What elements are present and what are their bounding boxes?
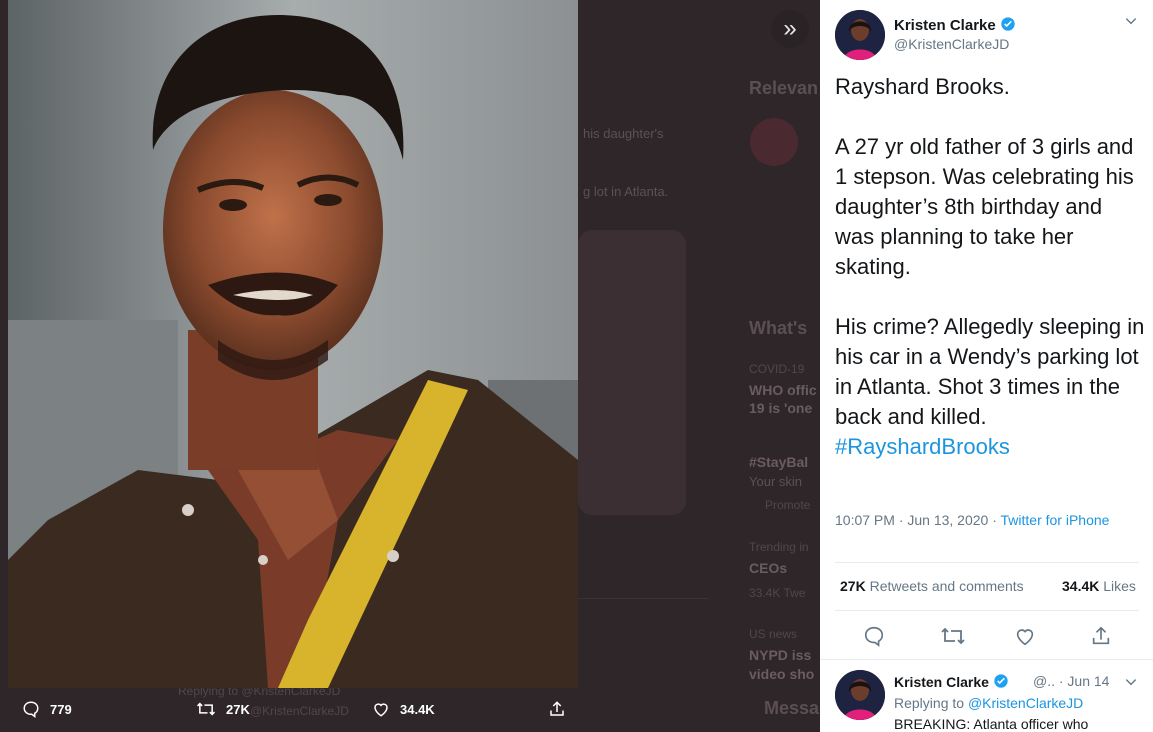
avatar-image xyxy=(835,10,885,60)
avatar-image xyxy=(835,670,885,720)
share-icon xyxy=(550,701,564,716)
photo-like-action[interactable]: 34.4K xyxy=(372,700,435,718)
photo-retweet-count: 27K xyxy=(226,701,250,717)
photo-retweet-action[interactable]: 27K xyxy=(196,700,250,718)
photo-share-action[interactable] xyxy=(548,700,576,718)
bg-trend-4-title-a: NYPD iss xyxy=(749,647,812,663)
replying-to: Replying to @KristenClarkeJD xyxy=(894,695,1083,711)
divider xyxy=(835,610,1139,611)
bg-trend-3-title: CEOs xyxy=(749,560,788,576)
tweet-body: Rayshard Brooks. A 27 yr old father of 3… xyxy=(835,72,1145,462)
bg-trend-3-category: Trending in xyxy=(749,540,809,554)
bg-trend-2-promoted: Promote xyxy=(765,498,811,512)
photo-reply-count: 779 xyxy=(50,701,72,717)
likes-stat[interactable]: 34.4K Likes xyxy=(1062,578,1136,594)
reply-icon[interactable] xyxy=(863,625,885,647)
chevron-down-icon[interactable] xyxy=(1124,14,1138,28)
bg-media-tile xyxy=(578,230,686,515)
collapse-panel-button[interactable]: » xyxy=(771,10,809,48)
bg-section-whats: What's xyxy=(749,318,808,338)
heart-icon xyxy=(374,703,388,717)
bg-trend-4-category: US news xyxy=(749,627,798,641)
tweet-source-link[interactable]: Twitter for iPhone xyxy=(1001,512,1110,528)
reply-author-name-text: Kristen Clarke xyxy=(894,674,989,690)
author-avatar[interactable] xyxy=(835,10,885,60)
tweet-hashtag-link[interactable]: #RayshardBrooks xyxy=(835,432,1145,462)
likes-label: Likes xyxy=(1099,578,1136,594)
divider xyxy=(820,659,1153,660)
portrait-illustration xyxy=(8,0,578,688)
reply-author-name[interactable]: Kristen Clarke xyxy=(894,673,1009,690)
bg-trend-1-category: COVID-19 xyxy=(749,362,805,376)
author-handle[interactable]: @KristenClarkeJD xyxy=(894,36,1009,52)
retweet-icon xyxy=(196,702,216,716)
bg-avatar xyxy=(750,118,798,166)
bg-trend-2-tag: #StayBal xyxy=(749,454,809,470)
bg-trend-4-title-b: video sho xyxy=(749,666,815,682)
bg-divider xyxy=(578,598,708,599)
chevron-down-icon[interactable] xyxy=(1124,675,1138,689)
photo-reply-action[interactable]: 779 xyxy=(22,700,72,718)
retweet-icon[interactable] xyxy=(940,625,966,647)
bg-trend-2-sub: Your skin xyxy=(749,474,802,489)
bg-messages-label: Messa xyxy=(764,698,820,718)
replying-to-handle-link[interactable]: @KristenClarkeJD xyxy=(968,695,1083,711)
share-icon[interactable] xyxy=(1090,625,1112,647)
bg-trend-3-count: 33.4K Twe xyxy=(749,586,806,600)
author-name[interactable]: Kristen Clarke xyxy=(894,16,1016,34)
bg-section-relevant: Relevan xyxy=(749,78,819,98)
heart-icon[interactable] xyxy=(1014,625,1036,647)
tweet-line-3: His crime? Allegedly sleeping in his car… xyxy=(835,314,1145,429)
tweet-detail-panel: Kristen Clarke @KristenClarkeJD Rayshard… xyxy=(820,0,1153,732)
tweet-timestamp[interactable]: 10:07 PM · Jun 13, 2020 · xyxy=(835,512,1001,528)
divider xyxy=(835,562,1139,563)
tweet-line-2: A 27 yr old father of 3 girls and 1 step… xyxy=(835,134,1134,279)
bg-snippet-2: g lot in Atlanta. xyxy=(583,184,669,199)
verified-badge-icon xyxy=(994,674,1008,688)
author-name-text: Kristen Clarke xyxy=(894,17,996,34)
reply-body: BREAKING: Atlanta officer who xyxy=(894,716,1089,732)
photo-like-count: 34.4K xyxy=(400,701,435,717)
bg-snippet-1: his daughter's xyxy=(583,126,664,141)
reply-author-avatar[interactable] xyxy=(835,670,885,720)
reply-meta[interactable]: @.. · Jun 14 xyxy=(1033,673,1109,689)
bg-trend-1-title-a: WHO offic xyxy=(749,382,817,398)
reply-icon xyxy=(23,701,39,718)
retweets-stat[interactable]: 27K Retweets and comments xyxy=(840,578,1024,594)
verified-badge-icon xyxy=(1001,17,1015,31)
replying-to-prefix: Replying to xyxy=(894,695,968,711)
retweets-label: Retweets and comments xyxy=(865,578,1024,594)
tweet-line-1: Rayshard Brooks. xyxy=(835,74,1010,99)
tweet-photo xyxy=(8,0,578,688)
tweet-meta: 10:07 PM · Jun 13, 2020 · Twitter for iP… xyxy=(835,510,1135,530)
bg-replying-handle: @KristenClarkeJD xyxy=(250,704,349,718)
retweets-count: 27K xyxy=(840,578,866,594)
bg-trend-1-title-b: 19 is 'one xyxy=(749,400,813,416)
likes-count: 34.4K xyxy=(1062,578,1100,594)
